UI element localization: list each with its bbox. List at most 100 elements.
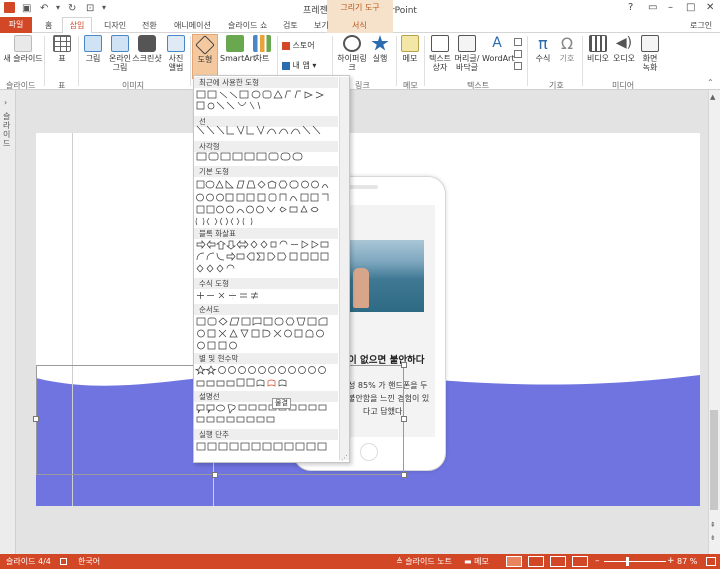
zoom-slider-thumb[interactable]: [626, 557, 629, 566]
comments-icon: ▬: [464, 557, 472, 566]
my-apps-icon: [282, 61, 290, 70]
action-star-icon: [371, 35, 389, 51]
new-slide-button[interactable]: 새 슬라이드: [3, 35, 43, 63]
slide-number-icon[interactable]: [514, 50, 522, 58]
speaker-icon: ◀): [615, 35, 633, 51]
slide-indicator: 슬라이드 4/4: [6, 557, 51, 566]
chart-button[interactable]: 차트: [252, 35, 272, 63]
pictures-button[interactable]: 그림: [82, 35, 104, 63]
resize-handle[interactable]: [401, 416, 407, 422]
omega-icon: Ω: [560, 34, 574, 53]
globe-link-icon: [343, 35, 361, 52]
screen-recording-button[interactable]: 화면 녹화: [638, 35, 662, 72]
picture-icon: [84, 35, 102, 52]
tab-slideshow[interactable]: 슬라이드 쇼: [228, 20, 267, 31]
thumbnail-pane-label: 슬라이드: [3, 112, 11, 148]
smartart-icon: [226, 35, 244, 52]
close-button[interactable]: ✕: [706, 2, 714, 13]
context-tab-group-label: 그리기 도구: [327, 0, 393, 17]
shape-tooltip: 물결: [272, 398, 291, 409]
expand-pane-icon[interactable]: ›: [4, 98, 7, 107]
audio-button[interactable]: ◀) 오디오: [612, 35, 636, 63]
tab-review[interactable]: 검토: [283, 20, 298, 31]
minimize-button[interactable]: –: [668, 2, 673, 13]
tab-home[interactable]: 홈: [45, 20, 52, 31]
spelling-check-icon[interactable]: [60, 558, 67, 565]
help-button[interactable]: ?: [628, 2, 633, 13]
text-box-icon: [431, 35, 449, 52]
tab-animations[interactable]: 애니메이션: [174, 20, 211, 31]
symbol-button[interactable]: Ω 기호: [557, 35, 577, 63]
hyperlink-button[interactable]: 하이퍼링크: [336, 35, 368, 72]
hand-shape: [353, 268, 369, 308]
zoom-slider[interactable]: [604, 561, 666, 562]
film-icon: [589, 35, 607, 52]
table-icon: [53, 35, 71, 52]
next-slide-icon[interactable]: ⇟: [710, 534, 716, 542]
pi-icon: π: [538, 34, 548, 53]
photo-album-button[interactable]: 사진 앨범: [164, 35, 188, 72]
zoom-out-icon[interactable]: –: [595, 554, 600, 569]
gallery-resize-grip-icon[interactable]: ⋰: [341, 454, 348, 462]
store-button[interactable]: 스토어: [282, 40, 315, 51]
resize-handle[interactable]: [401, 362, 407, 368]
reading-view-icon[interactable]: [550, 556, 566, 567]
wordart-icon: A: [492, 35, 502, 51]
online-pictures-button[interactable]: 온라인 그림: [106, 35, 134, 72]
object-icon[interactable]: [514, 62, 522, 70]
table-button[interactable]: 표: [50, 35, 74, 63]
date-time-icon[interactable]: [514, 38, 522, 46]
screen-recording-icon: [641, 35, 659, 52]
slide-heading: 이 없으면 불안하다: [348, 355, 425, 366]
wordart-button[interactable]: A WordArt: [482, 35, 514, 63]
section-recent-shapes: 최근에 사용한 도형: [194, 77, 338, 88]
fit-to-window-icon[interactable]: [706, 557, 716, 566]
tab-design[interactable]: 디자인: [104, 20, 126, 31]
shape-grid[interactable]: [194, 88, 338, 458]
tab-format[interactable]: 서식: [352, 20, 367, 31]
ribbon-display-options-button[interactable]: ▭: [648, 2, 657, 13]
equation-button[interactable]: π 수식: [531, 35, 555, 63]
resize-handle[interactable]: [401, 472, 407, 478]
scroll-up-icon[interactable]: ▲: [710, 93, 715, 101]
new-slide-icon: [14, 35, 32, 52]
store-icon: [282, 41, 290, 50]
tab-transitions[interactable]: 전환: [142, 20, 157, 31]
collapse-ribbon-icon[interactable]: ⌃: [707, 78, 714, 87]
group-separator: [190, 36, 191, 86]
camera-icon: [138, 35, 156, 52]
action-button[interactable]: 실행: [370, 35, 390, 63]
slideshow-view-icon[interactable]: [572, 556, 588, 567]
tab-insert[interactable]: 삽입: [62, 17, 92, 34]
prev-slide-icon[interactable]: ⇞: [710, 521, 716, 529]
my-apps-button[interactable]: 내 앱 ▾: [282, 60, 316, 71]
scroll-thumb[interactable]: [710, 410, 718, 510]
header-footer-icon: [458, 35, 476, 52]
group-separator: [78, 36, 79, 86]
shapes-icon: [195, 35, 215, 55]
gallery-scrollbar[interactable]: [339, 77, 349, 460]
comments-button[interactable]: ▬ 메모: [464, 554, 489, 569]
text-box-button[interactable]: 텍스트 상자: [428, 35, 452, 72]
sign-in-link[interactable]: 로그인: [690, 20, 712, 31]
group-separator: [582, 36, 583, 86]
zoom-level[interactable]: 87 %: [677, 554, 697, 569]
group-separator: [527, 36, 528, 86]
video-button[interactable]: 비디오: [586, 35, 610, 63]
header-footer-button[interactable]: 머리글/바닥글: [454, 35, 480, 72]
tab-view[interactable]: 보기: [314, 20, 329, 31]
language-indicator[interactable]: 한국어: [78, 554, 100, 569]
comment-button[interactable]: 메모: [400, 35, 420, 63]
tab-file[interactable]: 파일: [0, 17, 32, 33]
notes-button[interactable]: ≜ 슬라이드 노트: [396, 554, 452, 569]
maximize-button[interactable]: □: [686, 2, 695, 13]
zoom-in-icon[interactable]: +: [667, 554, 675, 569]
notes-icon: ≜: [396, 557, 403, 566]
resize-handle[interactable]: [33, 416, 39, 422]
screenshot-button[interactable]: 스크린샷: [132, 35, 162, 63]
normal-view-icon[interactable]: [506, 556, 522, 567]
sea-photo: [350, 240, 424, 312]
smartart-button[interactable]: SmartArt: [220, 35, 256, 63]
slide-sorter-view-icon[interactable]: [528, 556, 544, 567]
resize-handle[interactable]: [212, 472, 218, 478]
